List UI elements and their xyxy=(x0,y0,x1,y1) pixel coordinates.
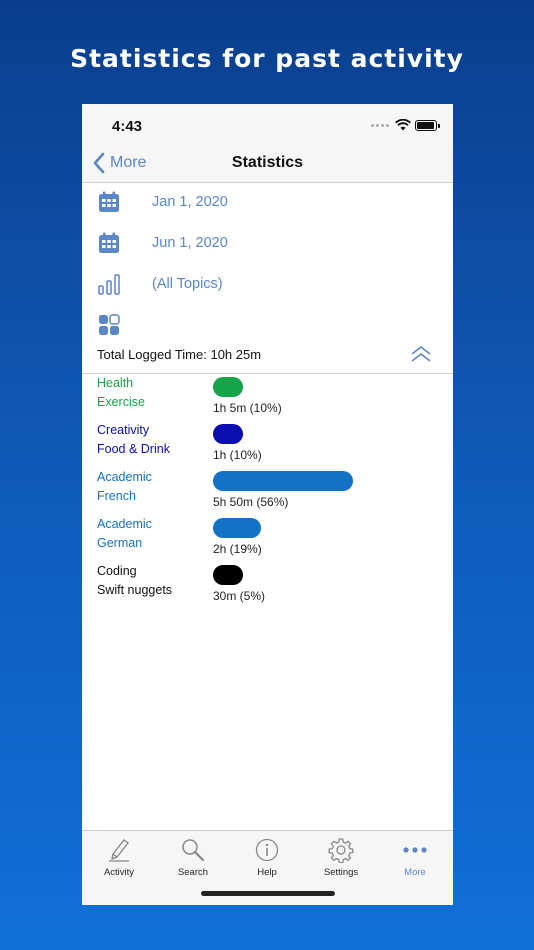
stat-bar xyxy=(213,518,261,538)
stat-bar xyxy=(213,377,243,397)
stat-topic-label: French xyxy=(97,489,136,503)
stat-bar xyxy=(213,471,353,491)
start-date-row[interactable]: Jan 1, 2020 xyxy=(82,182,453,222)
phone-screen: 4:43 More Statistics Jan 1, 2020 Jun 1, … xyxy=(82,104,453,905)
stat-row[interactable]: Creativity Food & Drink 1h (10%) xyxy=(82,421,453,468)
stat-duration-value: 2h (19%) xyxy=(213,542,262,556)
navigation-bar: More Statistics xyxy=(82,148,453,183)
stat-row[interactable]: Academic German 2h (19%) xyxy=(82,515,453,562)
tab-label: Activity xyxy=(103,867,135,878)
gear-icon xyxy=(328,838,354,863)
pencil-icon xyxy=(109,839,129,862)
stat-category-label: Academic xyxy=(97,470,152,484)
tab-label: Search xyxy=(177,867,209,878)
stat-duration-value: 1h 5m (10%) xyxy=(213,401,282,415)
stat-row[interactable]: Academic French 5h 50m (56%) xyxy=(82,468,453,515)
stat-duration-value: 30m (5%) xyxy=(213,589,266,603)
end-date-value: Jun 1, 2020 xyxy=(152,235,228,251)
calendar-icon xyxy=(99,232,119,253)
stat-topic-label: Exercise xyxy=(97,395,145,409)
tab-settings[interactable]: Settings xyxy=(304,835,378,879)
status-time: 4:43 xyxy=(112,118,143,135)
stat-bar xyxy=(213,424,243,444)
total-logged-time: Total Logged Time: 10h 25m xyxy=(97,347,262,362)
stat-duration-value: 1h (10%) xyxy=(213,448,262,462)
page-title: Statistics xyxy=(231,154,304,171)
topics-filter-value: (All Topics) xyxy=(152,276,223,292)
grid-apps-icon xyxy=(99,314,120,335)
tab-search[interactable]: Search xyxy=(156,835,230,879)
stat-category-label: Academic xyxy=(97,517,152,531)
stat-bar xyxy=(213,565,243,585)
topics-filter-row[interactable]: (All Topics) xyxy=(82,264,453,304)
statistics-list: Health Exercise 1h 5m (10%) Creativity Food … xyxy=(82,374,453,609)
start-date-value: Jan 1, 2020 xyxy=(152,194,228,210)
tab-label: Help xyxy=(257,867,277,878)
tab-label: Settings xyxy=(323,867,359,878)
calendar-icon xyxy=(99,191,119,212)
tab-label: More xyxy=(404,867,426,878)
more-dots-icon xyxy=(403,847,427,853)
magnifier-icon xyxy=(182,839,205,862)
status-bar: 4:43 xyxy=(82,104,453,148)
status-icons xyxy=(371,119,440,131)
stat-category-label: Coding xyxy=(97,564,137,578)
tab-help[interactable]: Help xyxy=(230,835,304,879)
end-date-row[interactable]: Jun 1, 2020 xyxy=(82,223,453,263)
collapse-chevron-icon[interactable] xyxy=(410,344,432,364)
stat-topic-label: German xyxy=(97,536,143,550)
tab-more[interactable]: More xyxy=(378,835,452,879)
battery-icon xyxy=(415,119,440,131)
promo-headline: Statistics for past activity xyxy=(70,44,464,73)
signal-icon xyxy=(371,123,389,127)
home-indicator xyxy=(201,891,335,896)
category-grid-row[interactable] xyxy=(82,305,453,345)
stat-category-label: Health xyxy=(97,376,134,390)
info-icon xyxy=(255,838,279,862)
stat-duration-value: 5h 50m (56%) xyxy=(213,495,289,509)
total-logged-row: Total Logged Time: 10h 25m xyxy=(82,342,453,374)
bar-chart-icon xyxy=(98,274,120,295)
stat-topic-label: Food & Drink xyxy=(97,442,170,456)
tab-activity[interactable]: Activity xyxy=(82,835,156,879)
stat-category-label: Creativity xyxy=(97,423,150,437)
wifi-icon xyxy=(395,119,411,131)
stat-row[interactable]: Health Exercise 1h 5m (10%) xyxy=(82,374,453,421)
stat-row[interactable]: Coding Swift nuggets 30m (5%) xyxy=(82,562,453,609)
stat-topic-label: Swift nuggets xyxy=(97,583,173,597)
